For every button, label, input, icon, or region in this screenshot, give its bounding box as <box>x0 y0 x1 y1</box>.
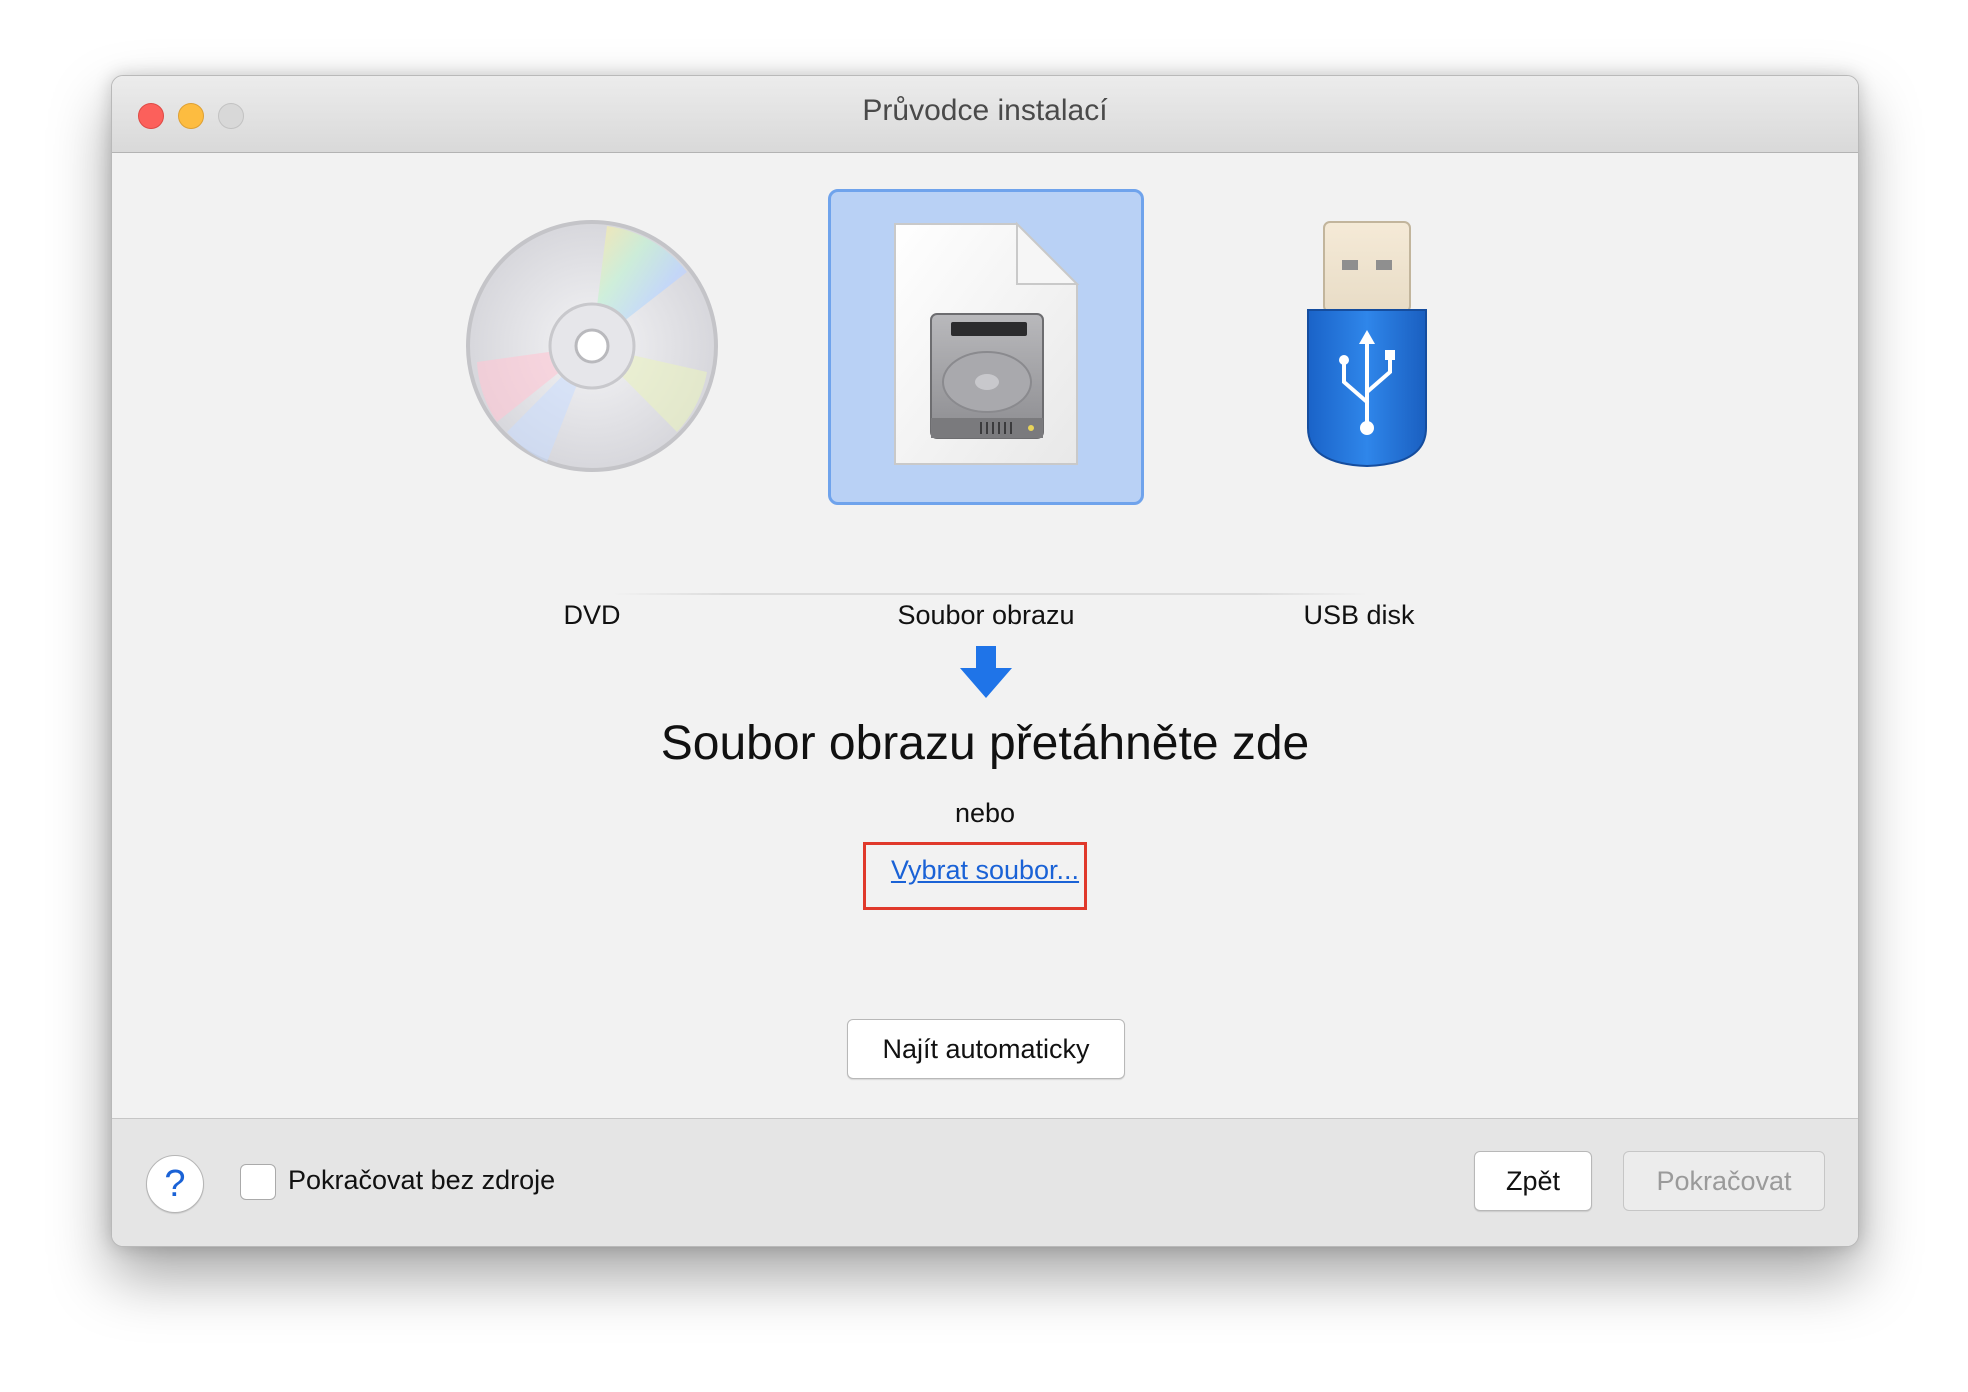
drop-zone-headline: Soubor obrazu přetáhněte zde <box>660 717 1310 770</box>
footer-bar: ? Pokračovat bez zdroje Zpět Pokračovat <box>112 1118 1858 1246</box>
usb-drive-icon <box>1204 192 1514 502</box>
choose-file-link[interactable]: Vybrat soubor... <box>112 855 1858 886</box>
down-arrow-icon <box>958 644 1014 700</box>
section-divider <box>612 593 1368 595</box>
installation-wizard-window: Průvodce instalací DVD Soubor obrazu USB… <box>111 75 1859 1247</box>
source-label-dvd: DVD <box>563 600 621 630</box>
or-separator-text: nebo <box>954 798 1016 828</box>
source-option-dvd[interactable]: DVD <box>437 192 747 630</box>
source-label-image-file: Soubor obrazu <box>897 600 1075 630</box>
continue-without-source-checkbox[interactable] <box>240 1164 276 1200</box>
source-option-usb[interactable]: USB disk <box>1204 192 1514 630</box>
continue-button[interactable]: Pokračovat <box>1623 1151 1825 1211</box>
disk-image-file-icon <box>831 192 1141 502</box>
continue-without-source-label[interactable]: Pokračovat bez zdroje <box>288 1165 555 1196</box>
dvd-disc-icon <box>437 192 747 502</box>
source-label-usb: USB disk <box>1303 600 1415 630</box>
window-title: Průvodce instalací <box>862 94 1108 127</box>
find-automatically-button[interactable]: Najít automaticky <box>847 1019 1125 1079</box>
help-button[interactable]: ? <box>146 1155 204 1213</box>
source-option-image-file[interactable]: Soubor obrazu <box>828 189 1144 630</box>
back-button[interactable]: Zpět <box>1474 1151 1592 1211</box>
title-bar[interactable]: Průvodce instalací <box>112 76 1858 153</box>
